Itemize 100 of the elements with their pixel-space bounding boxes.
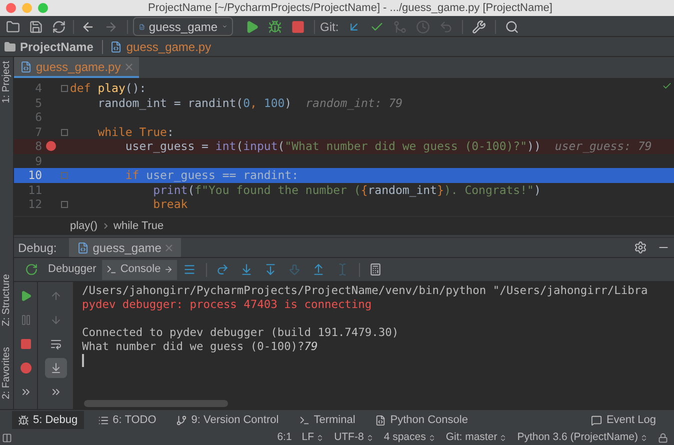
resume-icon [20,290,32,302]
undo-icon [438,20,453,34]
breakpoint-icon[interactable] [46,141,56,152]
tool-window-button[interactable]: Z: Structure [0,274,14,326]
inline-value-hint: random_int: 79 [306,96,403,110]
status-item[interactable]: UTF-8 [334,430,374,445]
pause-icon [20,314,32,326]
code-breadcrumb-item[interactable]: while True [114,218,164,234]
tool-window-tab[interactable]: Event Log [585,411,662,429]
code-text: break [60,197,188,212]
window-title: ProjectName [~/PycharmProjects/ProjectName] - .../guess_game.py [ProjectName] [148,0,552,16]
tool-window-button[interactable]: 1: Project [0,61,14,104]
search-icon [504,20,519,34]
console-line: What number did we guess (0-100)?79 [82,340,319,354]
chevron-icon [104,223,108,229]
bug-icon [18,414,29,426]
step-over-icon [216,263,230,276]
status-item[interactable]: 6:1 [277,430,292,445]
dropdown-arrows-icon [316,434,324,442]
inline-value-hint: user_guess: 79 [554,139,652,154]
calculator-icon [369,263,382,276]
code-breadcrumb-item[interactable]: play() [70,218,98,234]
debug-subtab[interactable]: Debugger [44,260,100,280]
run-icon [245,20,259,34]
debug-subtab[interactable]: Console [102,260,177,280]
step-into-my-code-icon [264,263,278,276]
tool-window-tab[interactable]: 6: TODO [92,411,162,429]
breadcrumb-item[interactable]: guess_game.py [126,38,212,56]
no-problems-icon [662,81,672,91]
settings-icon[interactable] [634,241,647,254]
status-item[interactable]: 4 spaces [384,430,436,445]
close-tab-icon[interactable] [124,62,133,70]
python-file-icon [110,40,122,52]
line-number: 5 [34,96,42,110]
run-configuration-dropdown[interactable]: guess_game [133,17,233,36]
clock-icon [416,20,430,34]
bug-icon [268,20,282,34]
breakpoints-icon [20,362,32,374]
panel-toggle-icon[interactable] [2,432,12,442]
more-icon [20,386,32,398]
console-line: pydev debugger: process 47403 is connecting [82,298,373,312]
terminal-icon [298,414,310,426]
code-text: if user_guess == randint: [60,168,298,182]
debug-session-tab[interactable]: guess_game [68,238,182,257]
line-number: 9 [34,154,42,168]
line-number: 11 [27,182,42,197]
line-number: 6 [34,110,42,124]
arrow-icon [164,265,173,274]
folder-icon [4,40,16,52]
line-number: 12 [27,197,42,212]
line-number: 7 [34,124,42,139]
tool-window-button[interactable]: 2: Favorites [0,346,14,399]
close-tab-icon[interactable] [165,244,174,252]
status-item[interactable]: Git: master [446,430,508,445]
close-window-button[interactable] [6,3,16,13]
status-item[interactable]: LF [302,430,324,445]
dropdown-arrows-icon [366,434,374,442]
down-arrow-icon [50,314,62,326]
menu-icon [183,263,196,276]
step-into-icon [240,263,254,276]
line-number: 10 [27,168,42,182]
debug-label: Debug: [17,240,58,256]
line-number: 4 [34,81,42,96]
lock-icon[interactable] [658,432,668,442]
sync-icon [52,20,66,34]
scroll-to-end-button[interactable] [44,358,66,378]
python-icon [375,414,386,426]
tool-window-tab[interactable]: 9: Version Control [170,411,285,429]
tool-window-tab[interactable]: Python Console [369,411,474,429]
git-label: Git: [320,18,339,36]
rerun-icon [24,263,38,276]
text-cursor [82,354,84,367]
speech-bubble-icon [591,414,602,426]
tool-window-tab[interactable]: 5: Debug [12,411,84,429]
python-file-icon [76,242,89,254]
step-out-icon [312,263,326,276]
more-icon [50,386,62,398]
dropdown-arrows-icon [428,434,436,442]
code-text: user_guess = int(input("What number did we guess (0-100)?")) [124,139,541,154]
code-text: print(f"You found the number ({random_int}). Congrats!") [152,182,541,197]
dropdown-arrows-icon [640,434,648,442]
scroll-to-end-icon [50,362,62,374]
code-text: while True: [60,124,174,139]
breadcrumb-item[interactable]: ProjectName [20,38,94,56]
force-step-icon [288,263,302,276]
stop-icon [20,338,32,350]
dropdown-arrows-icon [499,434,508,442]
wrench-icon [472,20,486,34]
line-number: 8 [34,139,42,154]
stop-icon [291,20,305,34]
python-file-icon [20,60,32,72]
tool-window-tab[interactable]: Terminal [292,411,362,429]
up-arrow-icon [50,290,62,302]
branch-icon [176,414,188,426]
soft-wrap-icon [50,338,62,350]
save-icon [29,20,43,34]
code-text: random_int = randint(0, 100) [96,96,292,110]
horizontal-scrollbar[interactable] [84,400,228,407]
console-line: Connected to pydev debugger (build 191.7479.30) [82,326,400,340]
status-item[interactable]: Python 3.6 (ProjectName) [517,430,648,445]
